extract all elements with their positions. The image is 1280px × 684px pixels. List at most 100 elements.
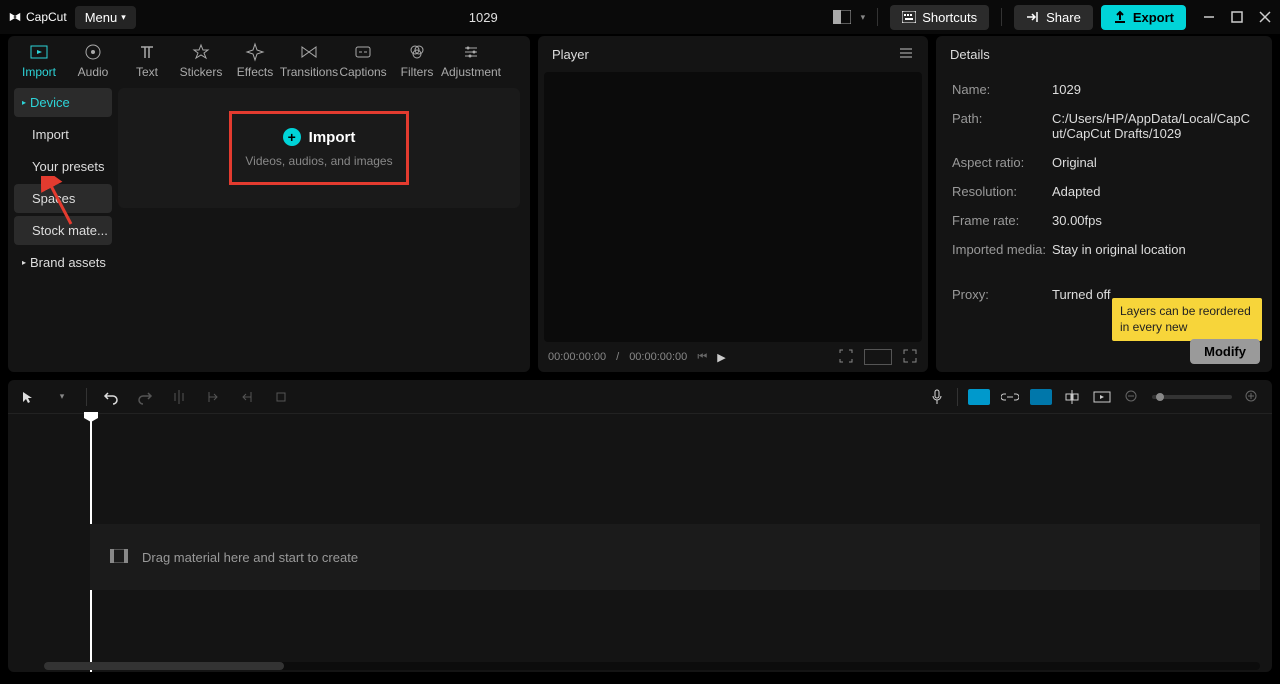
pointer-tool[interactable] — [18, 387, 38, 407]
export-icon — [1113, 10, 1127, 24]
tab-captions[interactable]: Captions — [336, 40, 390, 81]
text-icon — [137, 42, 157, 62]
chevron-down-icon: ▾ — [861, 12, 866, 23]
audio-icon — [83, 42, 103, 62]
stickers-icon — [191, 42, 211, 62]
player-title: Player — [552, 47, 589, 62]
timeline-drop-hint[interactable]: Drag material here and start to create — [90, 524, 1260, 590]
import-sidebar: ▸Device Import Your presets Spaces Stock… — [8, 82, 118, 372]
framerate-value: 30.00fps — [1052, 213, 1256, 228]
imported-label: Imported media: — [952, 242, 1052, 257]
plus-icon: + — [283, 128, 301, 146]
project-title: 1029 — [144, 10, 823, 25]
aspect-ratio-toggle[interactable] — [864, 349, 892, 365]
split-tool[interactable] — [169, 387, 189, 407]
time-current: 00:00:00:00 — [548, 351, 606, 363]
import-title: Import — [309, 129, 356, 146]
proxy-label: Proxy: — [952, 287, 1052, 302]
app-brand: CapCut — [26, 10, 67, 24]
drop-text: Drag material here and start to create — [142, 550, 358, 565]
media-icon — [110, 549, 128, 566]
snap-icon[interactable] — [1030, 389, 1052, 405]
captions-icon — [353, 42, 373, 62]
details-panel: Details Name:1029 Path:C:/Users/HP/AppDa… — [936, 36, 1272, 372]
resolution-label: Resolution: — [952, 184, 1052, 199]
resolution-value: Adapted — [1052, 184, 1256, 199]
tab-transitions[interactable]: Transitions — [282, 40, 336, 81]
caret-icon: ▸ — [22, 98, 26, 107]
filters-icon — [407, 42, 427, 62]
maximize-icon[interactable] — [1230, 10, 1244, 24]
tab-stickers[interactable]: Stickers — [174, 40, 228, 81]
layout-icon-button[interactable] — [831, 6, 853, 28]
titlebar: CapCut Menu ▾ 1029 ▾ Shortcuts Share Exp… — [0, 0, 1280, 34]
tab-import[interactable]: Import — [12, 40, 66, 81]
redo-button[interactable] — [135, 387, 155, 407]
delete-button[interactable] — [271, 387, 291, 407]
sidebar-item-stock-materials[interactable]: Stock mate... — [14, 216, 112, 245]
chevron-down-icon: ▾ — [121, 12, 126, 23]
tab-adjustment[interactable]: Adjustment — [444, 40, 498, 81]
time-total: 00:00:00:00 — [629, 351, 687, 363]
name-value: 1029 — [1052, 82, 1256, 97]
tab-effects[interactable]: Effects — [228, 40, 282, 81]
sidebar-item-import[interactable]: Import — [14, 120, 112, 149]
align-icon[interactable] — [1062, 387, 1082, 407]
tab-text[interactable]: Text — [120, 40, 174, 81]
share-button[interactable]: Share — [1014, 5, 1093, 30]
import-dropzone[interactable]: + Import Videos, audios, and images — [118, 88, 520, 208]
chevron-down-icon[interactable]: ▾ — [52, 387, 72, 407]
zoom-slider[interactable] — [1152, 395, 1232, 399]
aspect-value: Original — [1052, 155, 1256, 170]
import-tab-icon — [29, 42, 49, 62]
transitions-icon — [299, 42, 319, 62]
sidebar-item-device[interactable]: ▸Device — [14, 88, 112, 117]
minimize-icon[interactable] — [1202, 10, 1216, 24]
tab-audio[interactable]: Audio — [66, 40, 120, 81]
share-icon — [1026, 10, 1040, 24]
timeline-panel: ▾ Drag material here and start to create — [8, 380, 1272, 672]
media-panel: Import Audio Text Stickers Effects Trans… — [8, 36, 530, 372]
path-label: Path: — [952, 111, 1052, 141]
menu-button[interactable]: Menu ▾ — [75, 6, 136, 29]
path-value: C:/Users/HP/AppData/Local/CapCut/CapCut … — [1052, 111, 1256, 141]
hamburger-icon[interactable] — [898, 45, 914, 64]
trim-right-icon[interactable] — [237, 387, 257, 407]
framerate-label: Frame rate: — [952, 213, 1052, 228]
aspect-label: Aspect ratio: — [952, 155, 1052, 170]
timeline-tracks[interactable]: Drag material here and start to create — [8, 414, 1272, 672]
link-icon[interactable] — [1000, 387, 1020, 407]
timeline-scrollbar[interactable] — [44, 662, 1260, 670]
modify-button[interactable]: Modify — [1190, 339, 1260, 364]
caret-icon: ▸ — [22, 258, 26, 267]
preview-icon[interactable] — [1092, 387, 1112, 407]
imported-value: Stay in original location — [1052, 242, 1256, 257]
import-subtitle: Videos, audios, and images — [242, 154, 396, 168]
prev-button[interactable]: ⏮ — [697, 351, 707, 364]
close-icon[interactable] — [1258, 10, 1272, 24]
effects-icon — [245, 42, 265, 62]
focus-icon[interactable] — [838, 348, 854, 367]
shortcuts-button[interactable]: Shortcuts — [890, 5, 989, 30]
zoom-out-icon[interactable] — [1122, 387, 1142, 407]
sidebar-item-spaces[interactable]: Spaces — [14, 184, 112, 213]
timeline-toolbar: ▾ — [8, 380, 1272, 414]
export-button[interactable]: Export — [1101, 5, 1186, 30]
player-viewport — [544, 72, 922, 342]
zoom-in-icon[interactable] — [1242, 387, 1262, 407]
keyboard-icon — [902, 11, 916, 23]
mic-icon[interactable] — [927, 387, 947, 407]
player-panel: Player 00:00:00:00 / 00:00:00:00 ⏮ ▶ — [538, 36, 928, 372]
capcut-icon — [8, 10, 22, 24]
play-button[interactable]: ▶ — [717, 351, 725, 364]
details-title: Details — [950, 47, 990, 62]
tab-filters[interactable]: Filters — [390, 40, 444, 81]
fullscreen-icon[interactable] — [902, 348, 918, 367]
name-label: Name: — [952, 82, 1052, 97]
magnet-on-icon[interactable] — [968, 389, 990, 405]
trim-left-icon[interactable] — [203, 387, 223, 407]
undo-button[interactable] — [101, 387, 121, 407]
adjustment-icon — [461, 42, 481, 62]
sidebar-item-brand-assets[interactable]: ▸Brand assets — [14, 248, 112, 277]
sidebar-item-your-presets[interactable]: Your presets — [14, 152, 112, 181]
